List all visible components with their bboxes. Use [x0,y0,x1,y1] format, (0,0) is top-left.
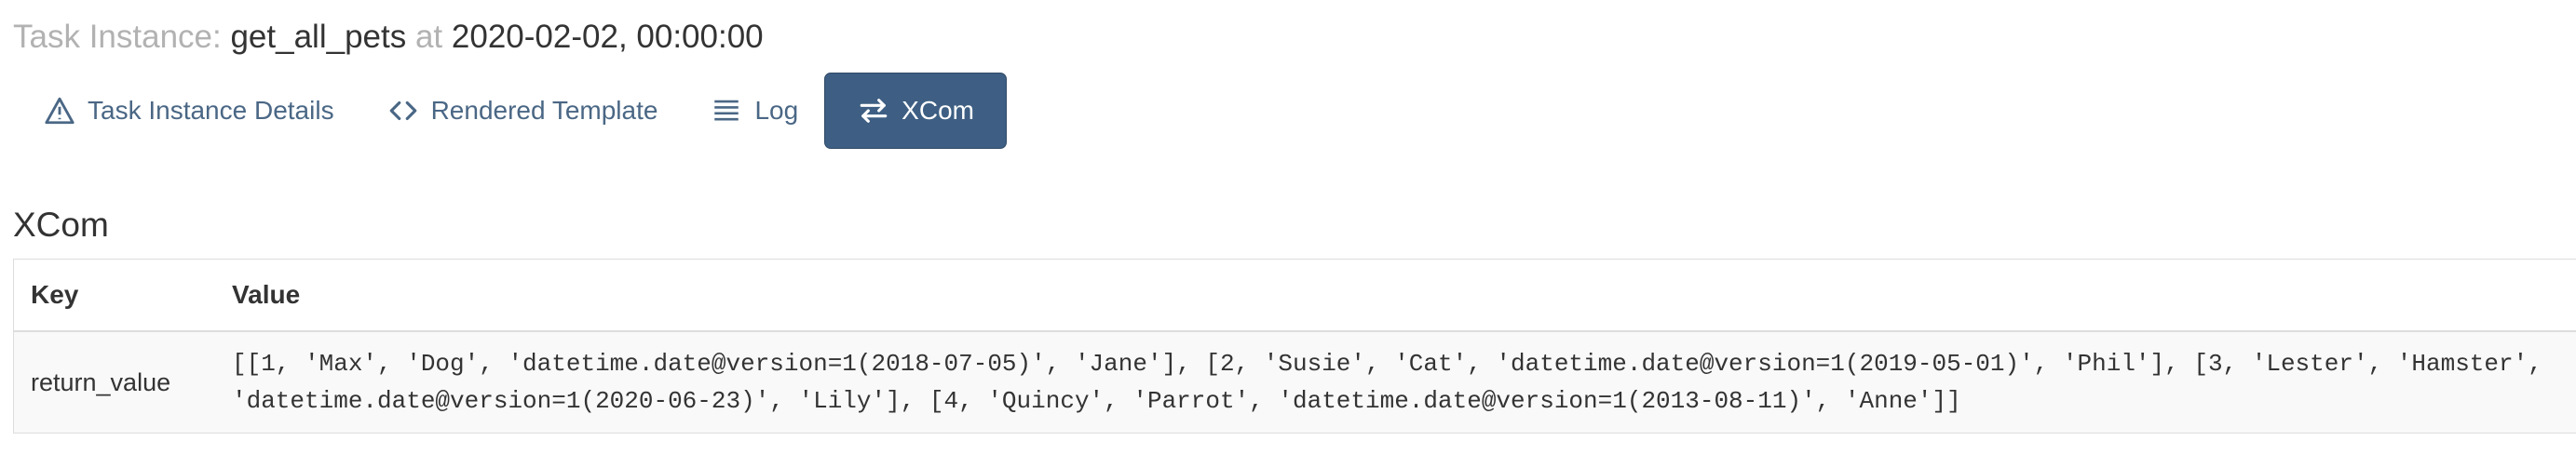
column-header-value: Value [215,260,2576,332]
tab-log[interactable]: Log [684,73,824,149]
swap-arrows-icon [857,94,890,127]
title-at: at [414,19,443,55]
tab-label: Log [754,96,799,125]
page: Task Instance: get_all_pets at 2020-02-0… [0,0,2576,454]
task-id: get_all_pets [230,19,407,55]
page-title: Task Instance: get_all_pets at 2020-02-0… [13,13,764,61]
execution-date: 2020-02-02, 00:00:00 [451,19,764,55]
xcom-key-cell: return_value [14,331,215,433]
title-prefix: Task Instance: [13,19,222,55]
tab-label: Task Instance Details [88,96,334,125]
tab-rendered-template[interactable]: Rendered Template [360,73,685,149]
xcom-table: Key Value return_value [[1, 'Max', 'Dog'… [13,259,2576,434]
tab-label: Rendered Template [430,96,658,125]
column-header-key: Key [14,260,215,332]
xcom-value-cell: [[1, 'Max', 'Dog', 'datetime.date@versio… [215,331,2576,433]
table-row: return_value [[1, 'Max', 'Dog', 'datetim… [14,331,2576,433]
task-instance-tabs: Task Instance Details Rendered Template [20,73,1007,149]
list-lines-icon [710,94,743,127]
section-title: XCom [13,206,109,244]
tab-label: XCom [902,96,974,125]
table-header-row: Key Value [14,260,2576,332]
tab-xcom[interactable]: XCom [824,73,1007,149]
tab-task-instance-details[interactable]: Task Instance Details [20,73,360,149]
code-brackets-icon [386,94,420,127]
warning-triangle-icon [43,94,76,127]
